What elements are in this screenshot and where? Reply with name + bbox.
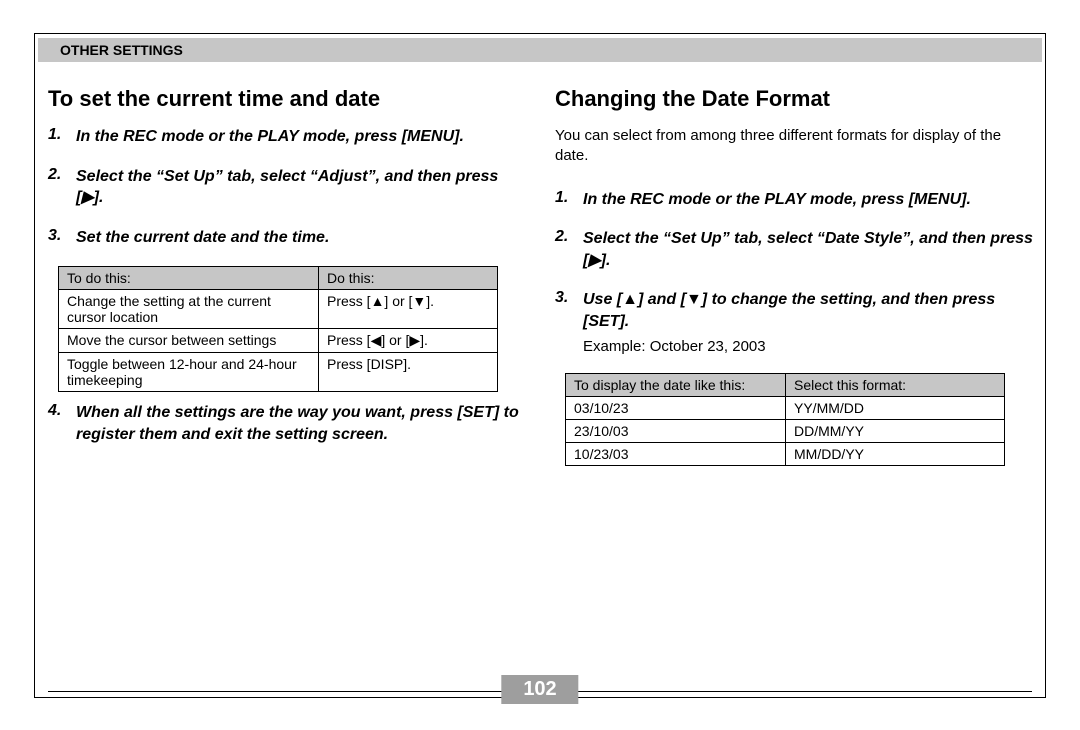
left-table-r2c1: Press [DISP]. [319, 353, 498, 392]
left-title: To set the current time and date [48, 86, 528, 112]
left-table-h2: Do this: [319, 267, 498, 290]
left-column: To set the current time and date In the … [48, 80, 528, 464]
section-header-label: OTHER SETTINGS [60, 42, 183, 58]
section-header-bar [38, 38, 1042, 62]
right-step-1: In the REC mode or the PLAY mode, press … [555, 189, 1035, 211]
right-table-r1c0: 23/10/03 [566, 420, 786, 443]
left-table-r0c0: Change the setting at the current cursor… [59, 290, 319, 329]
table-row: 23/10/03 DD/MM/YY [566, 420, 1005, 443]
right-title: Changing the Date Format [555, 86, 1035, 112]
page-number-badge: 102 [501, 675, 578, 704]
left-table-r2c0: Toggle between 12-hour and 24-hour timek… [59, 353, 319, 392]
right-step-3-sub: Example: October 23, 2003 [583, 338, 1035, 355]
right-table-r2c0: 10/23/03 [566, 443, 786, 466]
right-step-1-text: In the REC mode or the PLAY mode, press … [583, 189, 1035, 211]
right-step-2-text: Select the “Set Up” tab, select “Date St… [583, 228, 1035, 271]
left-step-2-text: Select the “Set Up” tab, select “Adjust”… [76, 166, 528, 209]
right-table: To display the date like this: Select th… [565, 373, 1005, 466]
left-steps-cont: When all the settings are the way you wa… [48, 402, 528, 445]
right-step-3-text: Use [▲] and [▼] to change the setting, a… [583, 289, 1035, 332]
table-header-row: To do this: Do this: [59, 267, 498, 290]
left-steps: In the REC mode or the PLAY mode, press … [48, 126, 528, 248]
table-row: Toggle between 12-hour and 24-hour timek… [59, 353, 498, 392]
right-table-h1: To display the date like this: [566, 374, 786, 397]
right-intro: You can select from among three differen… [555, 126, 1035, 167]
right-table-r1c1: DD/MM/YY [786, 420, 1005, 443]
left-table: To do this: Do this: Change the setting … [58, 266, 498, 392]
left-table-h1: To do this: [59, 267, 319, 290]
right-column: Changing the Date Format You can select … [555, 80, 1035, 476]
right-table-r2c1: MM/DD/YY [786, 443, 1005, 466]
right-table-h2: Select this format: [786, 374, 1005, 397]
left-step-3-text: Set the current date and the time. [76, 227, 528, 249]
left-step-1-text: In the REC mode or the PLAY mode, press … [76, 126, 528, 148]
right-table-r0c0: 03/10/23 [566, 397, 786, 420]
left-step-1: In the REC mode or the PLAY mode, press … [48, 126, 528, 148]
table-row: 10/23/03 MM/DD/YY [566, 443, 1005, 466]
right-table-r0c1: YY/MM/DD [786, 397, 1005, 420]
table-row: Move the cursor between settings Press [… [59, 329, 498, 353]
right-steps: In the REC mode or the PLAY mode, press … [555, 189, 1035, 356]
left-table-r1c1: Press [◀] or [▶]. [319, 329, 498, 353]
left-step-4-text: When all the settings are the way you wa… [76, 402, 528, 445]
left-table-r0c1: Press [▲] or [▼]. [319, 290, 498, 329]
table-row: 03/10/23 YY/MM/DD [566, 397, 1005, 420]
left-step-2: Select the “Set Up” tab, select “Adjust”… [48, 166, 528, 209]
right-step-2: Select the “Set Up” tab, select “Date St… [555, 228, 1035, 271]
right-step-3: Use [▲] and [▼] to change the setting, a… [555, 289, 1035, 355]
left-step-3: Set the current date and the time. [48, 227, 528, 249]
left-table-r1c0: Move the cursor between settings [59, 329, 319, 353]
table-row: Change the setting at the current cursor… [59, 290, 498, 329]
table-header-row: To display the date like this: Select th… [566, 374, 1005, 397]
left-step-4: When all the settings are the way you wa… [48, 402, 528, 445]
